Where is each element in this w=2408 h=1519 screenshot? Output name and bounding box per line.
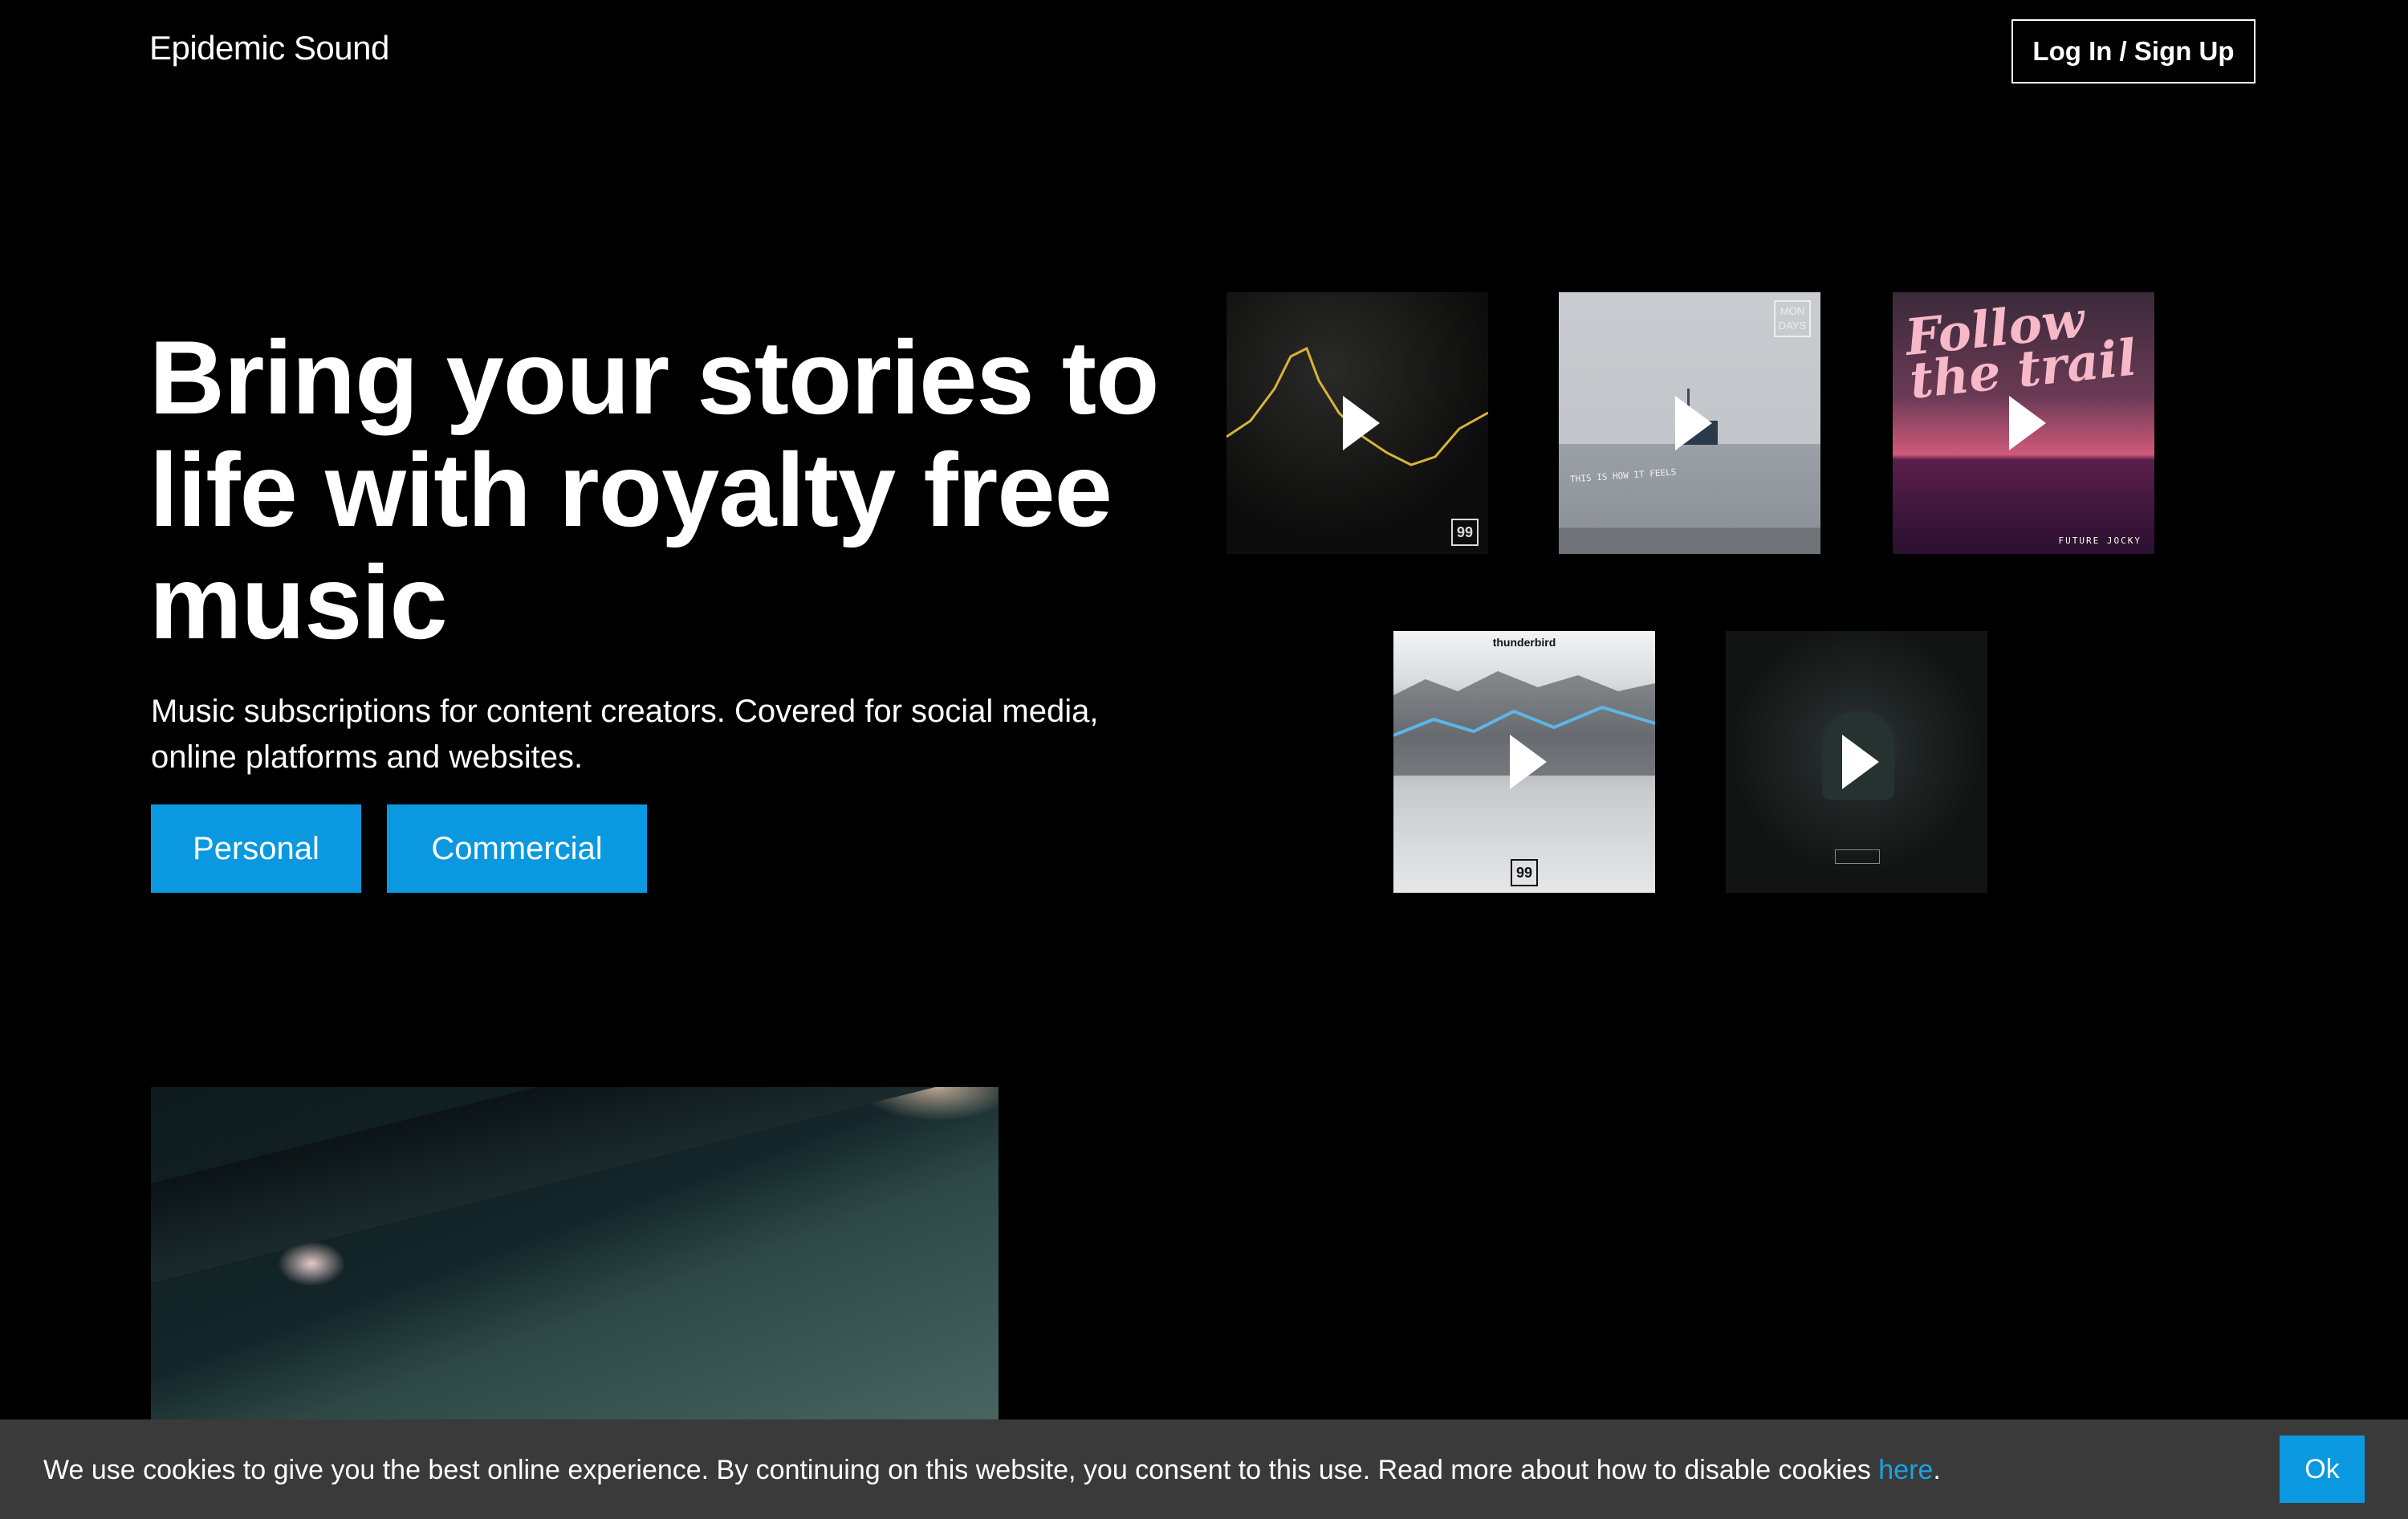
hero-title: Bring your stories to life with royalty … xyxy=(149,319,1159,661)
album-cover-4[interactable]: thunderbird 99 xyxy=(1393,631,1655,893)
album-cover-5[interactable] xyxy=(1726,631,1987,893)
hero-subtitle: Music subscriptions for content creators… xyxy=(151,694,1099,775)
cookie-period: . xyxy=(1933,1455,1941,1485)
play-icon[interactable] xyxy=(1842,735,1879,789)
mondays-badge: MON DAYS xyxy=(1774,300,1811,337)
play-icon[interactable] xyxy=(2009,396,2046,450)
personal-button[interactable]: Personal xyxy=(151,804,361,893)
album-cover-2[interactable]: MON DAYS THIS IS HOW IT FEELS xyxy=(1559,292,1820,554)
cover-caption: THIS IS HOW IT FEELS xyxy=(1569,466,1677,485)
cookie-message: We use cookies to give you the best onli… xyxy=(43,1455,1941,1486)
record-label-badge: 99 xyxy=(1451,519,1479,546)
small-label-art xyxy=(1835,849,1880,864)
cookie-bar: We use cookies to give you the best onli… xyxy=(0,1419,2408,1519)
album-cover-3[interactable]: Follow the trail FUTURE JOCKY xyxy=(1893,292,2154,554)
record-label-badge: 99 xyxy=(1511,859,1538,886)
cover-artist: FUTURE JOCKY xyxy=(2058,536,2142,546)
cookie-here-link[interactable]: here xyxy=(1878,1455,1933,1485)
album-cover-1[interactable]: 99 xyxy=(1226,292,1488,554)
commercial-button[interactable]: Commercial xyxy=(387,804,647,893)
play-icon[interactable] xyxy=(1510,735,1547,789)
cover-tag: thunderbird xyxy=(1492,636,1556,649)
login-signup-button[interactable]: Log In / Sign Up xyxy=(2011,19,2255,83)
featured-photo xyxy=(151,1087,999,1424)
play-icon[interactable] xyxy=(1343,396,1380,450)
logo[interactable]: Epidemic Sound xyxy=(149,29,389,67)
cookie-text: We use cookies to give you the best onli… xyxy=(43,1455,1879,1485)
play-icon[interactable] xyxy=(1675,396,1712,450)
photo-edge-art xyxy=(151,1087,999,1285)
cookie-ok-button[interactable]: Ok xyxy=(2280,1436,2365,1503)
cover-title-art: Follow the trail xyxy=(1902,292,2140,410)
